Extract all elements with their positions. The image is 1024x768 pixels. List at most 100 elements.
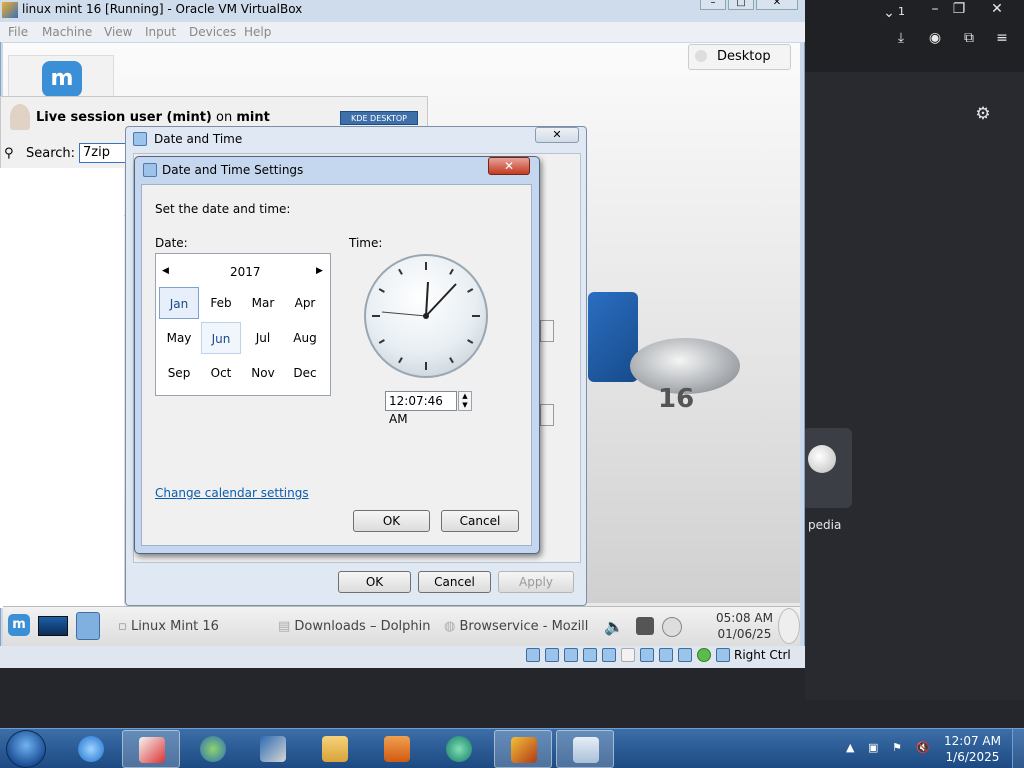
month-nov[interactable]: Nov [243,357,283,389]
taskbar-date-time[interactable] [556,730,614,768]
guest-clock[interactable]: 05:08 AM 01/06/25 [716,610,773,642]
hdd-icon[interactable] [526,648,540,662]
volume-icon[interactable]: 🔈 [604,617,624,636]
settings-ok-button[interactable]: OK [353,510,430,532]
browser-content [805,72,1024,700]
change-calendar-settings-link[interactable]: Change calendar settings [155,486,309,500]
menu-help[interactable]: Help [244,25,271,39]
show-hidden-icons[interactable]: ▲ [846,741,854,754]
guest-menu-icon[interactable]: m [8,614,30,636]
mint-16-number: 16 [658,384,695,414]
taskbar-explorer[interactable] [306,730,364,768]
settings-close-button[interactable]: ✕ [488,157,530,175]
virtualbox-taskbar-icon [260,736,286,762]
network-icon[interactable] [662,617,682,637]
time-input[interactable]: 12:07:46 AM [385,391,457,426]
download-icon[interactable]: ⤓ [890,29,912,47]
show-desktop-button[interactable] [1012,729,1024,768]
mouse-integration-icon[interactable] [716,648,730,662]
guest-additions-icon[interactable] [697,648,711,662]
task-dolphin[interactable]: ▤ Downloads – Dolphin [278,619,431,634]
taskbar-app-64[interactable] [494,730,552,768]
calendar-prev-icon[interactable]: ◀ [162,266,169,276]
time-spinner[interactable]: ▲ ▼ [458,391,472,411]
month-apr[interactable]: Apr [285,287,325,319]
volume-muted-icon[interactable]: 🔇 [916,741,930,754]
settings-cancel-button[interactable]: Cancel [441,510,519,532]
month-may[interactable]: May [159,322,199,354]
month-jan[interactable]: Jan [159,287,199,319]
tab-list-icon[interactable]: ⌄ [878,4,900,22]
menu-view[interactable]: View [104,25,132,39]
month-dec[interactable]: Dec [285,357,325,389]
network-tray-icon[interactable]: ▣ [868,741,878,754]
dolphin-icon: ▤ [278,619,295,634]
outer-button-fragment-2[interactable] [540,404,554,426]
host-clock[interactable]: 12:07 AM 1/6/2025 [944,733,1001,765]
outer-cancel-button[interactable]: Cancel [418,571,491,593]
menu-input[interactable]: Input [145,25,176,39]
calendar-next-icon[interactable]: ▶ [316,266,323,276]
time-label: Time: [349,236,383,250]
panel-toolbox-icon[interactable] [778,608,800,644]
month-mar[interactable]: Mar [243,287,283,319]
desktop-tab[interactable]: Desktop [688,44,791,70]
clipboard-icon[interactable] [636,617,654,635]
shared-folders-icon[interactable] [621,648,635,662]
task-linux-mint[interactable]: ▫ Linux Mint 16 [118,619,219,634]
search-input[interactable]: 7zip [79,143,129,163]
optical-drive-icon[interactable] [545,648,559,662]
taskbar-download-manager[interactable] [184,730,242,768]
taskbar-media-player[interactable] [368,730,426,768]
month-oct[interactable]: Oct [201,357,241,389]
file-manager-icon[interactable] [76,612,100,640]
date-time-icon [133,132,147,146]
settings-gear-icon[interactable]: ⚙ [972,105,994,123]
month-jun[interactable]: Jun [201,322,241,354]
display-icon[interactable] [640,648,654,662]
video-capture-icon[interactable] [659,648,673,662]
tab-count: 1 [898,5,905,18]
outer-button-fragment[interactable] [540,320,554,342]
calendar-year[interactable]: 2017 [230,265,261,279]
app-64-icon [511,737,537,763]
month-sep[interactable]: Sep [159,357,199,389]
network-adapter-icon[interactable] [583,648,597,662]
month-jul[interactable]: Jul [243,322,283,354]
taskbar-app-red[interactable] [122,730,180,768]
date-time-taskbar-icon [573,737,599,763]
extensions-icon[interactable]: ⧉ [958,29,980,47]
menu-devices[interactable]: Devices [189,25,236,39]
audio-icon[interactable] [564,648,578,662]
vbox-minimize-icon[interactable]: – [700,0,726,10]
action-center-flag-icon[interactable]: ⚑ [892,741,902,754]
outer-close-button[interactable]: ✕ [535,127,579,143]
restore-icon[interactable]: ❐ [948,0,970,18]
window-title: linux mint 16 [Running] - Oracle VM Virt… [22,2,303,16]
kde-desktop-badge: KDE DESKTOP [340,111,418,125]
close-icon[interactable]: ✕ [986,0,1008,18]
minimize-icon[interactable]: – [924,0,946,18]
outer-apply-button[interactable]: Apply [498,571,574,593]
show-desktop-icon[interactable] [38,616,68,636]
start-button-icon[interactable] [6,730,46,768]
vbox-maximize-icon[interactable]: □ [728,0,754,10]
account-icon[interactable]: ◉ [924,29,946,47]
virtualization-icon[interactable] [678,648,692,662]
virtualbox-menubar: File Machine View Input Devices Help [0,22,805,42]
task-browservice[interactable]: ◍ Browservice - Mozill [444,619,588,634]
menu-icon[interactable]: ≡ [991,29,1013,47]
taskbar-internet-explorer[interactable] [62,730,120,768]
task-icon: ▫ [118,619,131,634]
menu-file[interactable]: File [8,25,28,39]
vbox-close-icon[interactable]: ✕ [756,0,798,10]
taskbar-app-green[interactable] [430,730,488,768]
green-app-icon [446,736,472,762]
menu-machine[interactable]: Machine [42,25,92,39]
taskbar-virtualbox[interactable] [244,730,302,768]
date-label: Date: [155,236,188,250]
month-feb[interactable]: Feb [201,287,241,319]
outer-ok-button[interactable]: OK [338,571,411,593]
usb-icon[interactable] [602,648,616,662]
month-aug[interactable]: Aug [285,322,325,354]
